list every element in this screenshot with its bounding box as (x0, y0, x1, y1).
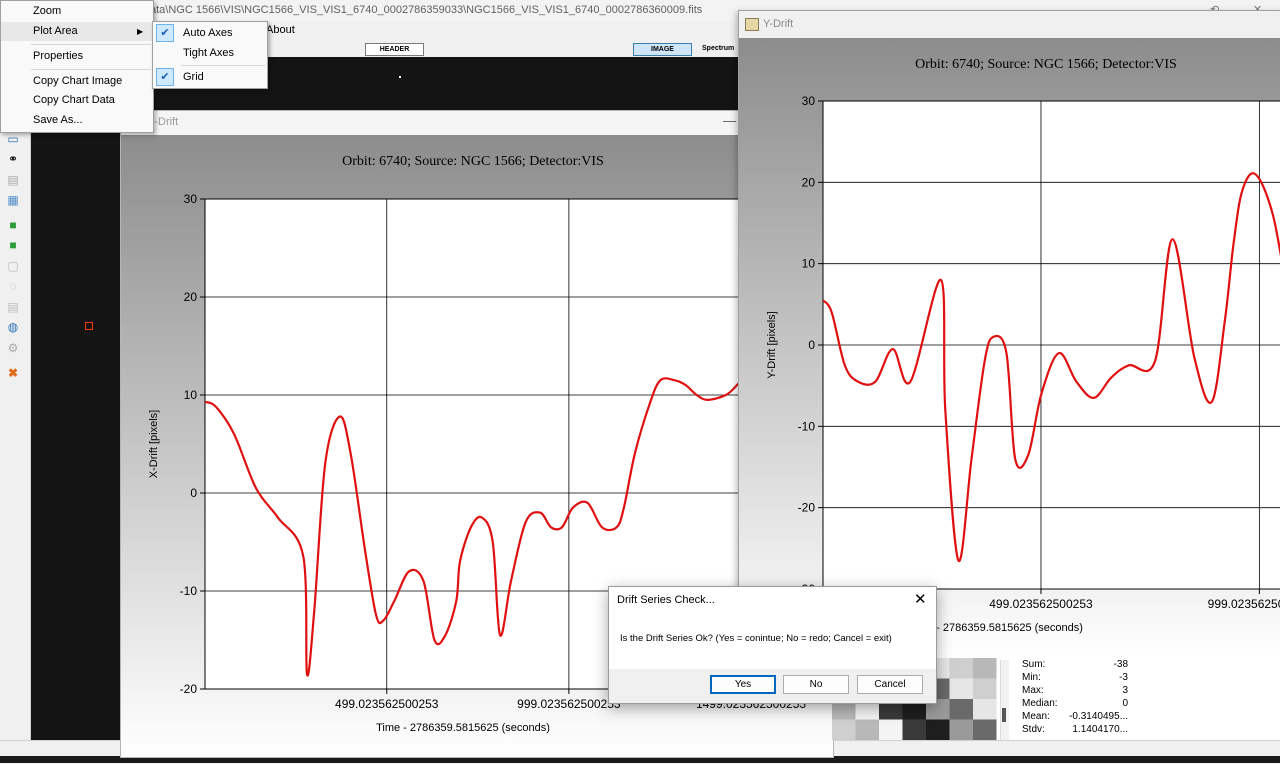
list-icon[interactable]: ▤ (6, 300, 20, 314)
x-tick-label: 999.023562500253 (517, 697, 621, 711)
menu-item-copy-chart-data[interactable]: Copy Chart Data (1, 91, 153, 110)
stat-label: Mean: (1022, 711, 1050, 722)
pixel-cell (973, 658, 997, 679)
stat-value: 1.1404170... (1072, 724, 1128, 735)
submenu-tight-axes[interactable]: Tight Axes (153, 43, 267, 63)
main-window-title: ata\NGC 1566\VIS\NGC1566_VIS_VIS1_6740_0… (150, 4, 703, 16)
pixel-cell (973, 699, 997, 720)
submenu-grid[interactable]: Grid (153, 67, 267, 87)
plot-area-submenu: ✔ Auto Axes Tight Axes ✔ Grid (152, 21, 268, 89)
minimize-button[interactable]: — (723, 113, 736, 128)
pixel-cell (902, 719, 926, 740)
x-tick-label: 999.023562500253 (1208, 597, 1280, 611)
chart-title: Orbit: 6740; Source: NGC 1566; Detector:… (915, 57, 1177, 72)
dialog-title: Drift Series Check... (617, 594, 715, 606)
monitor-icon[interactable]: ▭ (6, 132, 20, 146)
y-tick-label: -20 (798, 501, 816, 515)
x-tick-label: 499.023562500253 (989, 597, 1093, 611)
menu-item-save-as[interactable]: Save As... (1, 111, 153, 130)
tab-image[interactable]: IMAGE (633, 43, 692, 56)
ydrift-chart[interactable]: -30-20-100102030499.023562500253999.0235… (739, 38, 1280, 659)
ydrift-titlebar[interactable] (739, 11, 1280, 38)
y-tick-label: 30 (802, 94, 816, 108)
save-all-icon[interactable]: ■ (6, 238, 20, 252)
dialog-message: Is the Drift Series Ok? (Yes = conintue;… (620, 633, 892, 644)
y-tick-label: 20 (184, 290, 198, 304)
drift-check-dialog: Drift Series Check... ✕ Is the Drift Ser… (608, 586, 937, 704)
close-icon[interactable]: ✕ (914, 590, 927, 608)
tab-header[interactable]: HEADER (365, 43, 424, 56)
stat-label: Max: (1022, 685, 1044, 696)
pixel-cell (832, 719, 856, 740)
window-app-icon (745, 18, 759, 31)
menu-item-plot-area[interactable]: Plot Area (1, 22, 153, 41)
pixel-cell (879, 719, 903, 740)
refresh-icon[interactable]: ◌ (6, 279, 20, 293)
scrollbar-thumb[interactable] (1002, 708, 1006, 722)
stat-value: -38 (1113, 659, 1128, 670)
cancel-button[interactable]: Cancel (857, 675, 923, 694)
stat-value: -3 (1119, 672, 1128, 683)
pixel-cell (926, 719, 950, 740)
menu-item-copy-chart-image[interactable]: Copy Chart Image (1, 72, 153, 91)
pixel-cell (949, 699, 973, 720)
pixel-cell (973, 719, 997, 740)
x-axis-label: Time - 2786359.5815625 (seconds) (376, 722, 550, 734)
y-tick-label: 0 (808, 338, 815, 352)
stats-scrollbar[interactable] (1000, 660, 1009, 740)
y-tick-label: -10 (180, 584, 198, 598)
yes-button[interactable]: Yes (710, 675, 776, 694)
y-tick-label: 0 (190, 486, 197, 500)
pixel-cell (855, 719, 879, 740)
close-tool-icon[interactable]: ✖ (6, 366, 20, 380)
x-tick-label: 499.023562500253 (335, 697, 439, 711)
no-button[interactable]: No (783, 675, 849, 694)
stat-value: 0 (1122, 698, 1128, 709)
submenu-auto-axes[interactable]: Auto Axes (153, 23, 267, 43)
pixel-cell (949, 658, 973, 679)
selection-marker[interactable] (85, 322, 93, 330)
binoculars-icon[interactable]: ⚭ (6, 152, 20, 166)
dialog-body: Is the Drift Series Ok? (Yes = conintue;… (609, 613, 936, 669)
left-toolbar: ▭ ⚭ ▤ ▦ ■ ■ ▢ ◌ ▤ ◍ ⚙ ✖ (0, 130, 31, 740)
chart-context-menu: Zoom Plot Area ▶ Properties Copy Chart I… (0, 0, 154, 133)
stat-label: Median: (1022, 698, 1058, 709)
stat-value: -0.3140495... (1069, 711, 1128, 722)
pixel-cell (973, 678, 997, 699)
y-axis-label: X-Drift [pixels] (148, 410, 160, 478)
image-icon[interactable]: ▦ (6, 193, 20, 207)
globe-icon[interactable]: ◍ (6, 320, 20, 334)
y-tick-label: 10 (184, 388, 198, 402)
ydrift-window[interactable]: Y-Drift -30-20-100102030499.023562500253… (738, 10, 1280, 660)
y-tick-label: -10 (798, 419, 816, 433)
copy-icon[interactable]: ▢ (6, 259, 20, 273)
star-pixel (399, 76, 401, 78)
y-axis-label: Y-Drift [pixels] (766, 311, 778, 378)
pixel-cell (949, 719, 973, 740)
tab-spectrum[interactable]: Spectrum (702, 43, 740, 54)
ydrift-window-title: Y-Drift (763, 18, 794, 30)
menu-separator (31, 69, 151, 70)
stat-value: 3 (1122, 685, 1128, 696)
save-icon[interactable]: ■ (6, 218, 20, 232)
chart-title: Orbit: 6740; Source: NGC 1566; Detector:… (342, 154, 604, 169)
menu-separator (181, 65, 265, 66)
y-tick-label: 10 (802, 257, 816, 271)
submenu-arrow-icon: ▶ (137, 27, 144, 36)
menu-item-properties[interactable]: Properties (1, 47, 153, 66)
stat-label: Stdv: (1022, 724, 1045, 735)
menu-item-zoom[interactable]: Zoom (1, 2, 153, 21)
y-tick-label: 30 (184, 192, 198, 206)
stat-label: Sum: (1022, 659, 1046, 670)
y-tick-label: -20 (180, 682, 198, 696)
tools-icon[interactable]: ⚙ (6, 341, 20, 355)
menu-separator (31, 44, 151, 45)
stat-label: Min: (1022, 672, 1041, 683)
y-tick-label: 20 (802, 175, 816, 189)
pixel-cell (949, 678, 973, 699)
menu-about[interactable]: About (266, 24, 295, 36)
document-icon[interactable]: ▤ (6, 173, 20, 187)
